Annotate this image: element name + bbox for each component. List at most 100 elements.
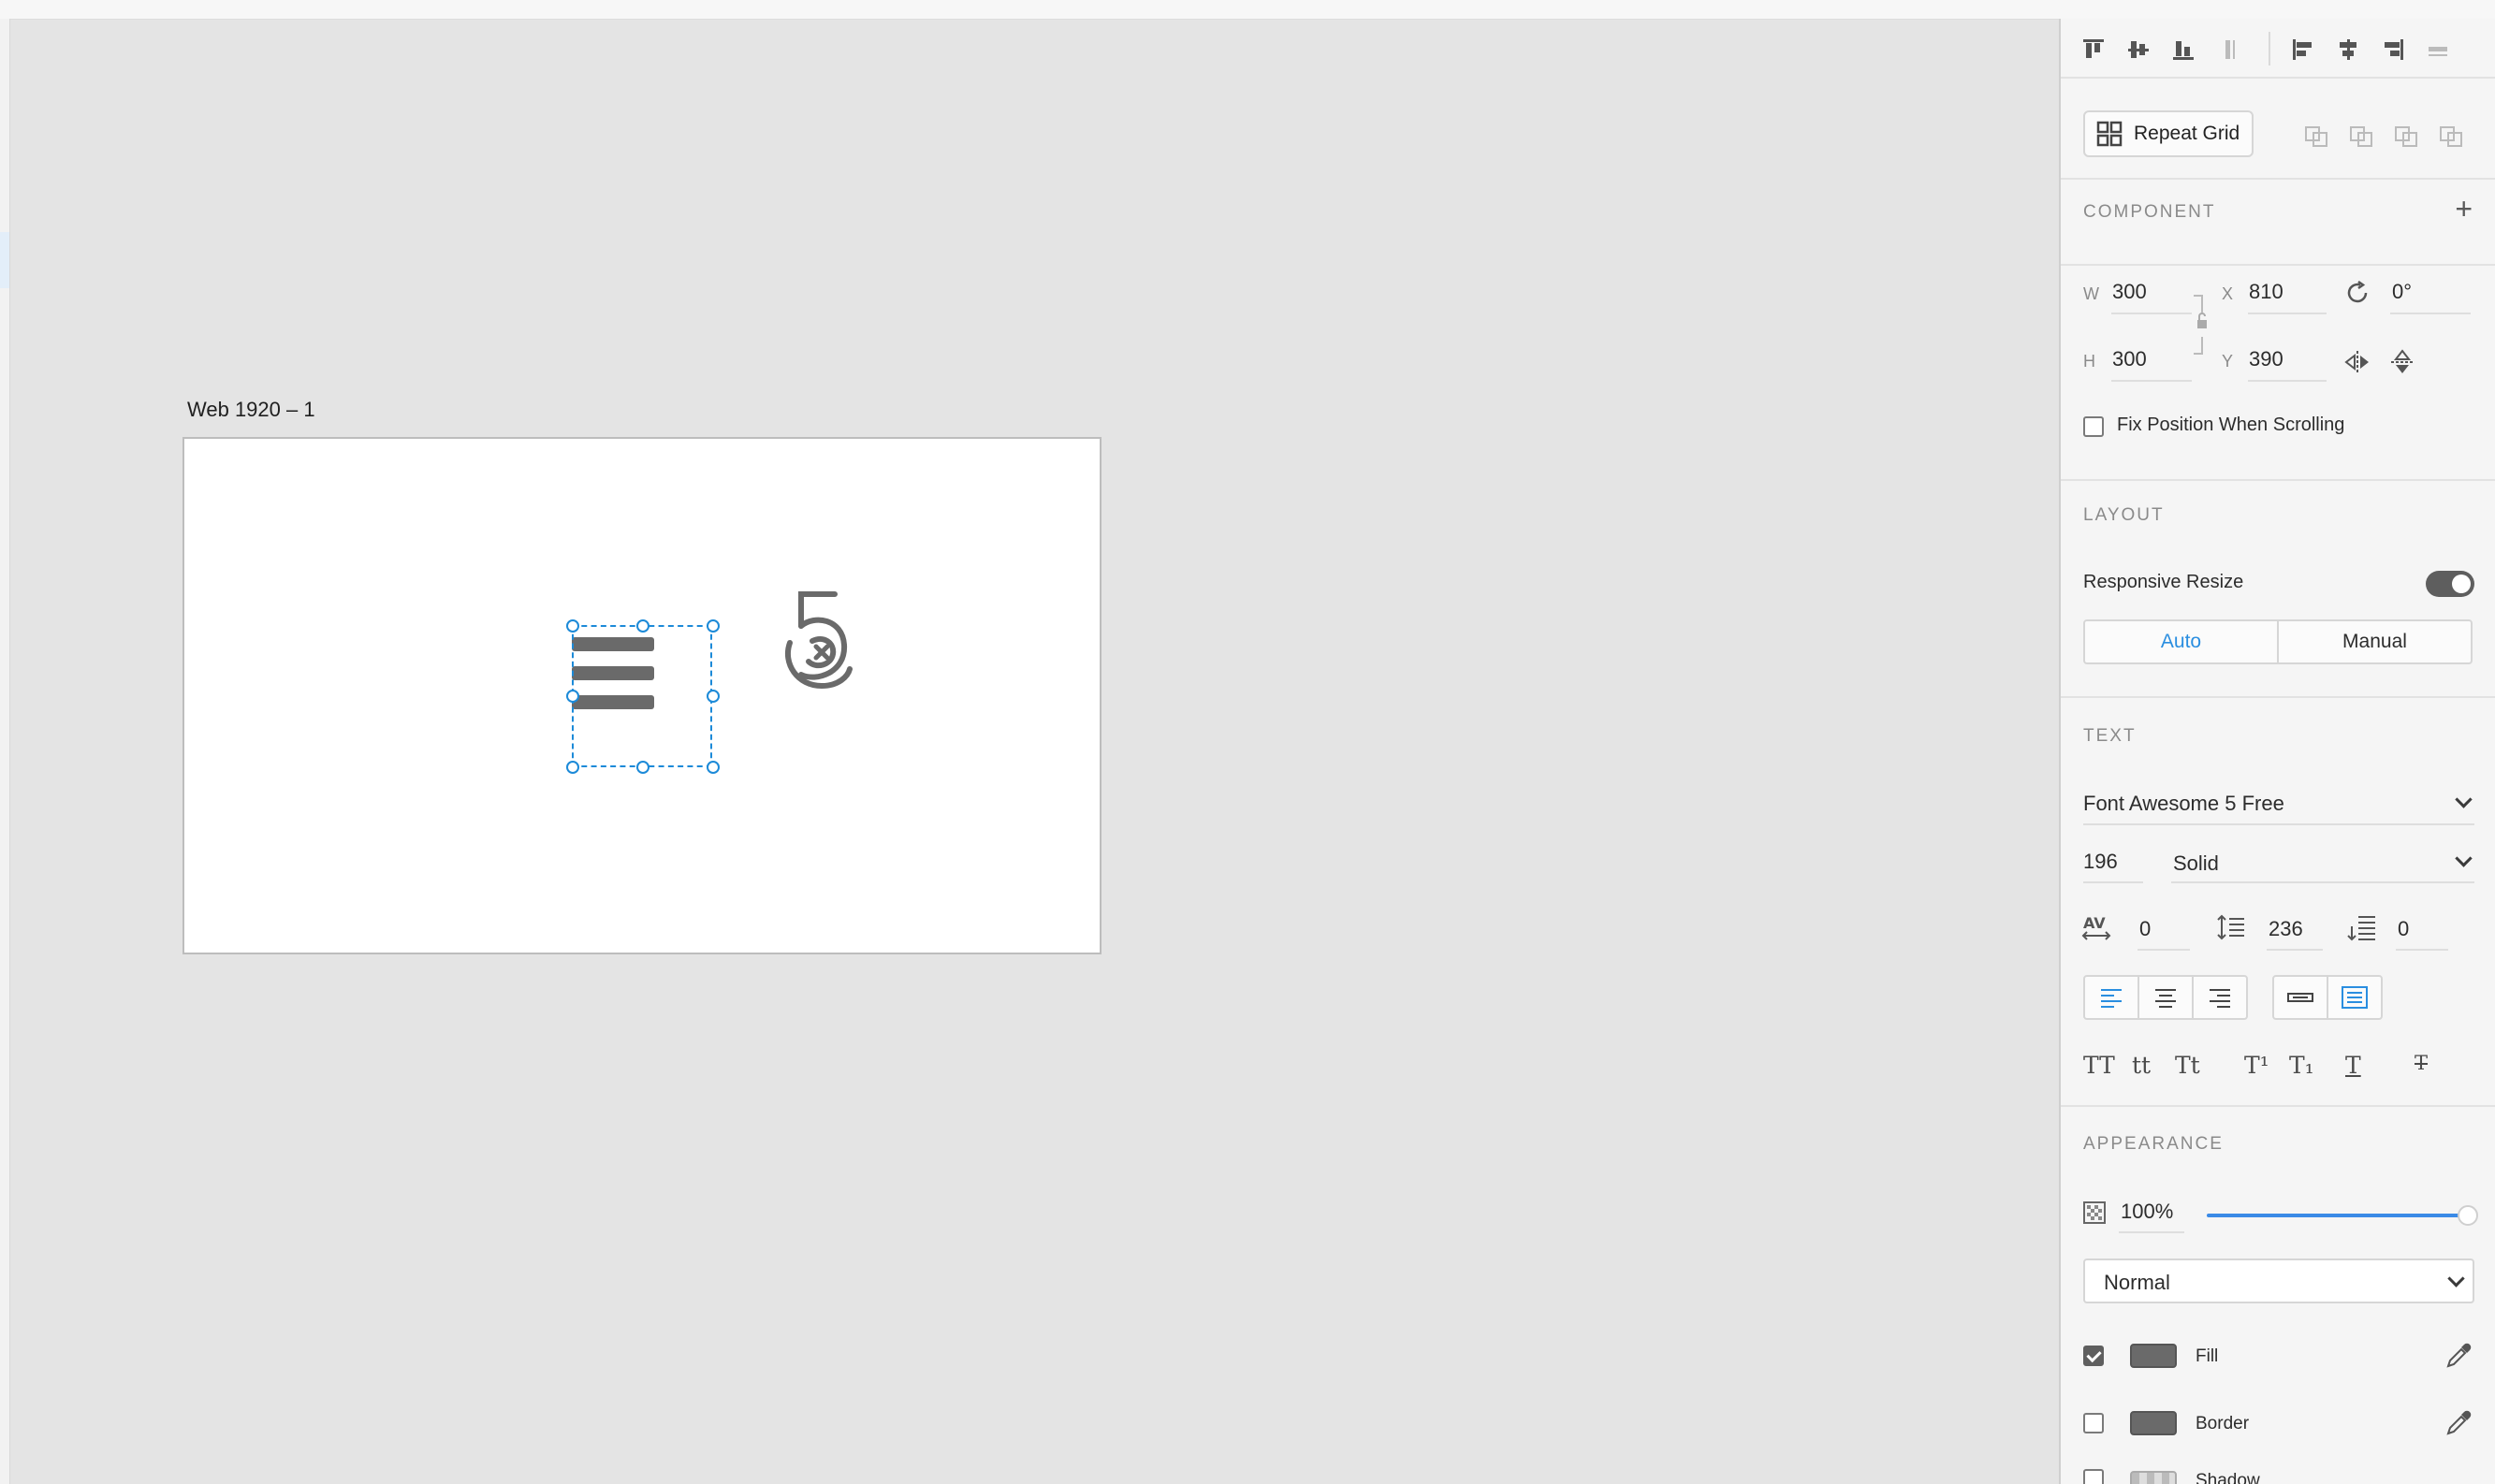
border-color-swatch[interactable]	[2130, 1411, 2177, 1435]
resize-handle-b[interactable]	[636, 761, 649, 774]
component-title: COMPONENT	[2083, 202, 2216, 222]
fill-checkbox[interactable]	[2083, 1346, 2104, 1366]
border-checkbox[interactable]	[2083, 1413, 2104, 1433]
align-right-icon[interactable]	[2381, 37, 2405, 62]
resize-handle-l[interactable]	[566, 690, 579, 703]
text-align-right-icon	[2210, 989, 2230, 1008]
paragraph-spacing-input[interactable]: 0	[2398, 917, 2409, 941]
manual-button[interactable]: Manual	[2279, 621, 2471, 662]
text-title: TEXT	[2083, 726, 2137, 746]
paragraph-spacing-icon	[2347, 916, 2375, 941]
text-align-right-button[interactable]	[2194, 977, 2246, 1018]
font-family-dropdown[interactable]: Font Awesome 5 Free	[2083, 792, 2284, 816]
text-align-center-button[interactable]	[2139, 977, 2194, 1018]
fill-eyedropper-icon[interactable]	[2444, 1342, 2473, 1370]
text-section	[2061, 696, 2495, 1107]
text-align-center-icon	[2155, 989, 2176, 1008]
uppercase-button[interactable]: TT	[2083, 1052, 2115, 1079]
boolean-add-icon[interactable]	[2304, 122, 2330, 148]
resize-handle-tr[interactable]	[707, 619, 720, 633]
flip-vertical-icon[interactable]	[2388, 348, 2416, 376]
auto-width-icon	[2287, 993, 2313, 1002]
500px-logo-icon[interactable]	[769, 589, 854, 691]
height-input[interactable]: 300	[2112, 347, 2147, 371]
lowercase-button[interactable]: tt	[2132, 1052, 2151, 1079]
boolean-exclude-icon[interactable]	[2439, 122, 2465, 148]
x-input[interactable]: 810	[2249, 280, 2283, 304]
height-label: H	[2083, 352, 2095, 371]
y-label: Y	[2222, 352, 2234, 371]
border-label: Border	[2196, 1414, 2250, 1433]
opacity-slider-knob[interactable]	[2458, 1205, 2478, 1226]
distribute-horizontal-icon[interactable]	[2426, 37, 2450, 62]
fix-position-checkbox[interactable]	[2083, 416, 2104, 437]
resize-handle-r[interactable]	[707, 690, 720, 703]
left-rail-highlight	[0, 232, 9, 288]
opacity-input[interactable]: 100%	[2121, 1200, 2173, 1224]
layout-title: LAYOUT	[2083, 505, 2165, 525]
opacity-slider[interactable]	[2207, 1214, 2465, 1217]
left-rail	[0, 19, 10, 1484]
fill-label: Fill	[2196, 1346, 2219, 1366]
artboard[interactable]	[182, 437, 1102, 954]
svg-text:AV: AV	[2083, 914, 2106, 932]
align-center-icon[interactable]	[2336, 37, 2360, 62]
text-align-left-button[interactable]	[2085, 977, 2139, 1018]
opacity-icon	[2083, 1201, 2106, 1224]
align-middle-icon[interactable]	[2126, 37, 2151, 62]
text-align-group	[2083, 975, 2248, 1020]
resize-handle-t[interactable]	[636, 619, 649, 633]
fill-color-swatch[interactable]	[2130, 1344, 2177, 1368]
boolean-subtract-icon[interactable]	[2349, 122, 2375, 148]
subscript-button[interactable]: T₁	[2289, 1052, 2314, 1079]
fixed-size-button[interactable]	[2328, 977, 2381, 1018]
top-toolbar	[0, 0, 2495, 20]
fix-position-label: Fix Position When Scrolling	[2117, 415, 2345, 435]
titlecase-button[interactable]: Tt	[2175, 1052, 2200, 1079]
fixed-size-icon	[2342, 986, 2368, 1009]
align-bottom-icon[interactable]	[2171, 37, 2196, 62]
rotate-icon	[2347, 280, 2368, 303]
shadow-color-swatch[interactable]	[2130, 1471, 2177, 1484]
line-spacing-input[interactable]: 236	[2269, 917, 2303, 941]
resize-mode-segmented: Auto Manual	[2083, 619, 2473, 664]
artboard-title[interactable]: Web 1920 – 1	[187, 398, 315, 422]
add-component-button[interactable]: +	[2455, 194, 2473, 224]
repeat-grid-icon	[2096, 121, 2123, 147]
rotation-input[interactable]: 0°	[2392, 280, 2412, 304]
width-label: W	[2083, 284, 2099, 303]
text-box-type-group	[2272, 975, 2383, 1020]
underline-button[interactable]: T	[2345, 1052, 2361, 1079]
repeat-grid-label: Repeat Grid	[2134, 123, 2240, 144]
align-toolbar	[2061, 19, 2495, 79]
y-input[interactable]: 390	[2249, 347, 2283, 371]
text-align-left-icon	[2101, 989, 2122, 1008]
auto-button[interactable]: Auto	[2085, 621, 2279, 662]
shadow-label: Shadow	[2196, 1471, 2260, 1484]
resize-handle-br[interactable]	[707, 761, 720, 774]
selection-box[interactable]	[566, 619, 720, 774]
border-eyedropper-icon[interactable]	[2444, 1409, 2473, 1437]
blend-mode-value: Normal	[2104, 1271, 2170, 1294]
flip-horizontal-icon[interactable]	[2343, 348, 2371, 376]
distribute-vertical-icon[interactable]	[2216, 37, 2240, 62]
resize-handle-tl[interactable]	[566, 619, 579, 633]
boolean-intersect-icon[interactable]	[2394, 122, 2420, 148]
x-label: X	[2222, 284, 2234, 303]
responsive-resize-label: Responsive Resize	[2083, 572, 2244, 592]
width-input[interactable]: 300	[2112, 280, 2147, 304]
shadow-checkbox[interactable]	[2083, 1469, 2104, 1484]
strikethrough-button[interactable]: T	[2415, 1052, 2428, 1074]
auto-width-button[interactable]	[2274, 977, 2328, 1018]
lock-aspect-icon[interactable]	[2192, 292, 2212, 357]
responsive-resize-toggle[interactable]	[2426, 571, 2474, 597]
blend-mode-select[interactable]: Normal	[2083, 1258, 2474, 1303]
resize-handle-bl[interactable]	[566, 761, 579, 774]
align-top-icon[interactable]	[2081, 37, 2106, 62]
superscript-button[interactable]: T¹	[2244, 1052, 2269, 1079]
font-weight-dropdown[interactable]: Solid	[2173, 851, 2219, 876]
align-left-icon[interactable]	[2291, 37, 2315, 62]
character-spacing-input[interactable]: 0	[2139, 917, 2151, 941]
font-size-input[interactable]: 196	[2083, 850, 2118, 874]
repeat-grid-button[interactable]: Repeat Grid	[2083, 110, 2254, 157]
